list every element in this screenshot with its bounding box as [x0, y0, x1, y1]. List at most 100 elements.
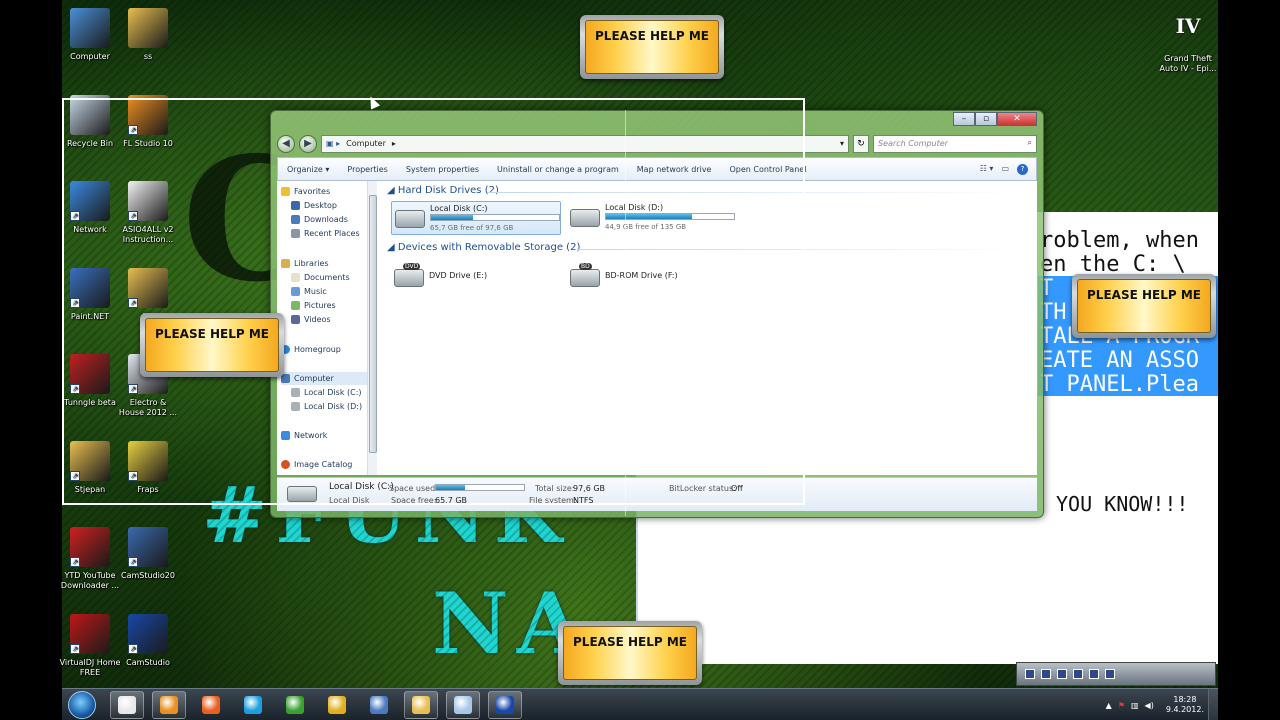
scrollbar-thumb[interactable] [369, 195, 377, 453]
desktop-icon-item[interactable]: Recycle Bin [58, 94, 122, 149]
tray-expand-icon[interactable]: ▲ [1106, 701, 1112, 710]
desktop-icon [291, 201, 300, 210]
forward-button[interactable]: ▶ [299, 135, 317, 153]
collapse-icon: ◢ [387, 185, 398, 196]
nav-scrollbar[interactable] [367, 181, 377, 475]
notepad-selected-4: EATE AN ASSO [1040, 348, 1199, 373]
uninstall-program-button[interactable]: Uninstall or change a program [488, 165, 628, 174]
group-label: Devices with Removable Storage (2) [397, 242, 581, 253]
notepad-mini-toolbar[interactable] [1016, 662, 1216, 686]
taskbar-button[interactable] [488, 690, 522, 719]
nav-desktop[interactable]: Desktop [291, 199, 372, 212]
desktop-icon-label: VirtualDJ Home FREE [59, 657, 121, 677]
nav-documents[interactable]: Documents [291, 271, 372, 284]
nav-label: Homegroup [294, 345, 341, 354]
nav-recent-places[interactable]: Recent Places [291, 227, 372, 240]
nav-videos[interactable]: Videos [291, 313, 372, 326]
shortcut-arrow-icon: ↗ [70, 297, 80, 308]
close-button[interactable]: ✕ [997, 112, 1037, 126]
desktop-icon-item[interactable]: ↗ CamStudio20 [116, 527, 180, 581]
taskbar-button[interactable] [446, 690, 480, 719]
desktop-icon-gta[interactable]: Grand Theft Auto IV - Epi... [1156, 54, 1220, 74]
desktop-icon-item[interactable]: ↗ VirtualDJ Home FREE [58, 613, 122, 678]
clock[interactable]: 18:28 9.4.2012. [1166, 695, 1204, 715]
nav-image-catalog[interactable]: Image Catalog [281, 458, 372, 471]
desktop-icon-item[interactable]: ↗ ASIO4ALL v2 Instruction... [116, 181, 180, 245]
nav-label: Network [294, 431, 328, 440]
virtualdj-icon: ↗ [70, 613, 110, 654]
desktop-icon-item[interactable]: ↗ Stjepan [58, 440, 122, 495]
nav-downloads[interactable]: Downloads [291, 213, 372, 226]
group-header-hdd[interactable]: ◢ Hard Disk Drives (2) [387, 185, 499, 196]
group-divider [487, 192, 1027, 193]
desktop-icon-item[interactable]: ↗ Tunngle beta [58, 354, 122, 408]
music-icon [291, 287, 300, 296]
nav-computer[interactable]: Computer [281, 372, 369, 385]
group-header-removable[interactable]: ◢ Devices with Removable Storage (2) [387, 242, 580, 253]
desktop-icon-item[interactable]: ↗ YTD YouTube Downloader ... [58, 527, 122, 591]
drive-usage-fill [431, 215, 474, 220]
show-desktop-button[interactable] [1208, 689, 1218, 720]
desktop-icon-label: CamStudio [126, 657, 170, 667]
maximize-button[interactable]: ▫ [975, 112, 997, 126]
taskbar-button[interactable] [110, 690, 144, 719]
action-center-icon[interactable]: ⚑ [1118, 701, 1125, 710]
system-properties-button[interactable]: System properties [397, 165, 488, 174]
taskbar-button[interactable] [320, 691, 354, 719]
taskbar-button[interactable] [236, 691, 270, 719]
nav-network[interactable]: Network [281, 429, 372, 442]
computer-icon [70, 8, 110, 48]
clock-date: 9.4.2012. [1165, 705, 1204, 714]
taskbar-button[interactable] [278, 691, 312, 719]
network-tray-icon[interactable]: ▥ [1131, 701, 1139, 710]
shortcut-arrow-icon: ↗ [128, 297, 138, 308]
start-button[interactable] [68, 690, 96, 719]
desktop-icon-item[interactable]: ↗ Network [58, 181, 122, 235]
desktop-icon-item[interactable]: ↗ FL Studio 10 [116, 94, 180, 149]
shortcut-arrow-icon: ↗ [128, 124, 138, 135]
content-pane: ◢ Hard Disk Drives (2) Local Disk (C:) 6… [377, 181, 1037, 475]
desktop-icon-item[interactable]: ss [116, 8, 180, 62]
help-icon[interactable]: ? [1017, 163, 1028, 175]
explorer-window[interactable]: – ▫ ✕ ◀ ▶ ▣ ▸ Computer ▸ ▾ ↻ Search Comp… [270, 110, 1044, 518]
nav-music[interactable]: Music [291, 285, 372, 298]
nav-disk-c[interactable]: Local Disk (C:) [291, 386, 372, 399]
volume-icon[interactable]: ◀) [1145, 701, 1154, 710]
desktop-icon-item[interactable]: Computer [58, 8, 122, 62]
open-control-panel-button[interactable]: Open Control Panel [720, 165, 815, 174]
help-banner-text: PLEASE HELP ME [585, 20, 719, 74]
nav-disk-d[interactable]: Local Disk (D:) [291, 400, 372, 413]
recycle-bin-icon [70, 94, 110, 135]
taskbar-button[interactable] [152, 690, 186, 719]
address-dropdown-icon[interactable]: ▾ [840, 136, 848, 152]
taskbar-button[interactable] [404, 690, 438, 719]
nav-libraries[interactable]: Libraries [281, 257, 372, 270]
nav-favorites[interactable]: Favorites [281, 185, 372, 198]
refresh-button[interactable]: ↻ [853, 135, 869, 153]
desktop-icon-item[interactable]: ↗ Paint.NET [58, 267, 122, 322]
taskbar-button[interactable] [194, 691, 228, 719]
skype-icon [244, 695, 262, 714]
map-network-drive-button[interactable]: Map network drive [628, 165, 721, 174]
drive-d[interactable]: Local Disk (D:) 44,9 GB free of 135 GB [567, 201, 737, 235]
back-button[interactable]: ◀ [277, 135, 295, 153]
minimize-button[interactable]: – [953, 112, 975, 126]
organize-button[interactable]: Organize ▾ [278, 165, 338, 174]
ytd-icon: ↗ [70, 527, 110, 567]
properties-button[interactable]: Properties [338, 165, 396, 174]
desktop-icon-item[interactable]: ↗ Fraps [116, 440, 180, 495]
nav-pictures[interactable]: Pictures [291, 299, 372, 312]
search-input[interactable]: Search Computer ⌕ [873, 135, 1037, 153]
preview-pane-icon[interactable]: ▭ [1001, 164, 1009, 175]
nav-homegroup[interactable]: Homegroup [281, 343, 372, 356]
taskbar-button[interactable] [362, 691, 396, 719]
desktop-icon-item[interactable]: ↗ CamStudio [116, 613, 180, 668]
dvd-drive[interactable]: DVD DVD Drive (E:) [391, 261, 561, 295]
window-caption-buttons: – ▫ ✕ [953, 112, 1037, 126]
breadcrumb-chevron-icon[interactable]: ▸ [392, 136, 396, 152]
bdrom-drive[interactable]: BD BD-ROM Drive (F:) [567, 261, 737, 295]
address-bar[interactable]: ▣ ▸ Computer ▸ ▾ [321, 135, 849, 153]
gta-iv-icon[interactable]: IV [1172, 14, 1204, 40]
view-options-icon[interactable]: ☷ ▾ [980, 164, 994, 175]
drive-c[interactable]: Local Disk (C:) 65,7 GB free of 97,6 GB [391, 201, 561, 235]
